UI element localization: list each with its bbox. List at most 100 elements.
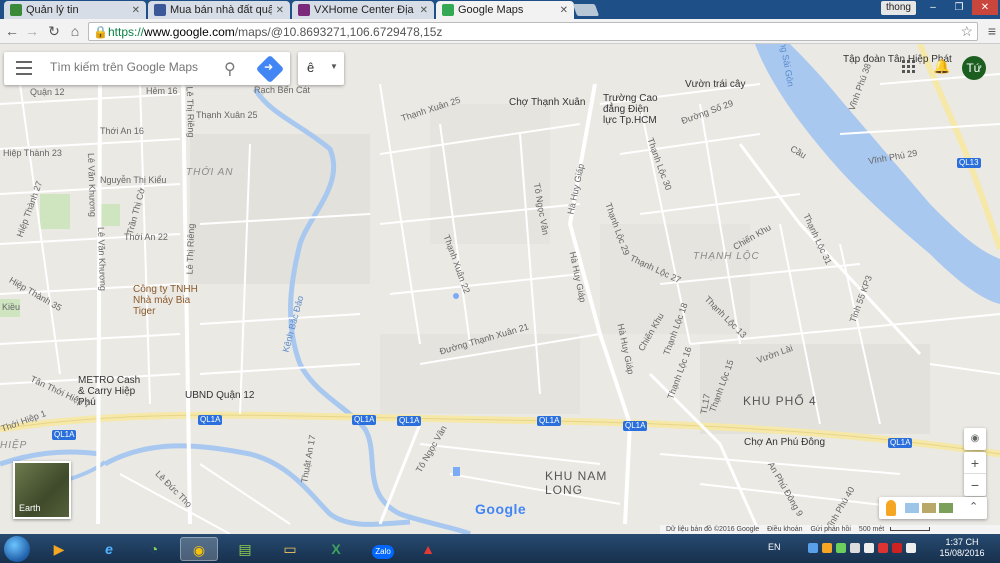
tab-strip: Quản lý tin ✕ Mua bán nhà đất quận 12 ✕ … <box>0 0 1000 19</box>
start-button[interactable] <box>4 536 30 562</box>
close-icon[interactable]: ✕ <box>560 5 568 16</box>
minimize-button[interactable]: – <box>920 0 946 15</box>
place-label[interactable]: Công ty TNHH Nhà máy Bia Tiger <box>133 284 215 317</box>
facebook-favicon-icon <box>154 4 166 16</box>
chrome-icon[interactable]: ◉ <box>180 537 218 561</box>
street-label: Lê Thị Riêng <box>184 86 197 138</box>
media-player-icon[interactable]: ▶ <box>40 537 78 561</box>
tab-label: Google Maps <box>458 4 524 16</box>
home-icon[interactable]: ⌂ <box>67 23 83 39</box>
imagery-thumbnail[interactable] <box>922 503 936 513</box>
notifications-icon[interactable]: 🔔 <box>933 58 950 74</box>
tab-google-maps[interactable]: Google Maps ✕ <box>436 1 574 19</box>
system-tray <box>808 543 916 553</box>
tab-label: Mua bán nhà đất quận 12 <box>170 4 272 16</box>
area-label: KHU PHỐ 4 <box>743 394 817 408</box>
search-icon[interactable]: ⚲ <box>224 59 236 79</box>
tray-app-icon[interactable] <box>878 543 888 553</box>
reload-icon[interactable]: ↻ <box>46 23 62 39</box>
place-label[interactable]: Vườn trái cây <box>685 79 746 90</box>
street-label: Thạnh Xuân 25 <box>196 110 258 120</box>
tray-app-icon[interactable] <box>836 543 846 553</box>
road-shield: QL1A <box>397 416 422 426</box>
directions-icon: ➜ <box>264 61 274 74</box>
avatar[interactable]: Tứ <box>962 56 986 80</box>
map-data-attribution: Dữ liệu bản đồ ©2016 Google <box>666 526 760 533</box>
scale-label[interactable]: 500 mét <box>859 526 884 533</box>
place-label: Rạch Bến Cát <box>254 85 311 95</box>
tray-app-icon[interactable] <box>850 543 860 553</box>
search-input[interactable] <box>50 60 210 74</box>
imagery-strip: ⌃ <box>879 497 987 519</box>
chrome-menu-icon[interactable]: ≡ <box>988 23 996 39</box>
unikey-icon[interactable]: ▲ <box>409 537 447 561</box>
zoom-in-button[interactable]: + <box>964 452 986 474</box>
winrar-icon[interactable]: ▤ <box>226 537 264 561</box>
road-shield: QL1A <box>198 415 223 425</box>
zalo-icon[interactable]: Zalo <box>364 537 402 561</box>
road-shield: QL1A <box>888 438 913 448</box>
directions-button[interactable]: ➜ <box>255 54 285 84</box>
map-canvas[interactable]: Chợ Thạnh Xuân Trường Cao đẳng Điện lực … <box>0 44 1000 534</box>
caret-down-icon[interactable]: ▼ <box>330 62 338 71</box>
close-icon[interactable]: ✕ <box>132 5 140 16</box>
tray-app-icon[interactable] <box>808 543 818 553</box>
close-window-button[interactable]: ✕ <box>972 0 998 15</box>
close-icon[interactable]: ✕ <box>420 5 428 16</box>
imagery-thumbnail[interactable] <box>905 503 919 513</box>
input-tools-button[interactable]: ê ▼ <box>298 52 344 85</box>
back-arrow-icon[interactable]: ← <box>4 23 20 39</box>
excel-icon[interactable]: X <box>317 537 355 561</box>
zoom-out-button[interactable]: − <box>964 474 986 496</box>
area-label: KHU NAM LONG <box>545 469 608 497</box>
internet-explorer-icon[interactable]: e <box>90 537 128 561</box>
url-text[interactable]: https://www.google.com/maps/@10.8693271,… <box>108 25 442 39</box>
area-label: HIỆP <box>0 440 28 451</box>
earth-toggle[interactable]: Earth <box>13 461 71 519</box>
zalo-label: Zalo <box>372 545 394 559</box>
street-label: Thới An 16 <box>100 126 144 136</box>
imagery-thumbnail[interactable] <box>939 503 953 513</box>
feedback-link[interactable]: Gửi phản hồi <box>810 526 851 533</box>
bookmark-star-icon[interactable]: ☆ <box>960 23 973 40</box>
road-shield: QL1A <box>52 430 77 440</box>
tab-quan-ly-tin[interactable]: Quản lý tin ✕ <box>4 1 146 19</box>
earth-label: Earth <box>19 503 41 513</box>
place-label[interactable]: Chợ Thạnh Xuân <box>509 97 585 108</box>
leaf-favicon-icon <box>10 4 22 16</box>
system-clock[interactable]: 1:37 CH 15/08/2016 <box>934 537 990 559</box>
expand-chevron-icon[interactable]: ⌃ <box>969 500 978 513</box>
profile-button[interactable]: thong <box>880 1 916 15</box>
maps-favicon-icon <box>442 4 454 16</box>
tab-mua-ban-nha-dat[interactable]: Mua bán nhà đất quận 12 ✕ <box>148 1 290 19</box>
tab-vxhome[interactable]: VXHome Center Địa Ốc V ✕ <box>292 1 434 19</box>
address-bar[interactable]: 🔒 https://www.google.com/maps/@10.869327… <box>88 22 978 41</box>
apps-grid-icon[interactable] <box>902 60 916 74</box>
tray-app-icon[interactable] <box>822 543 832 553</box>
new-tab-button[interactable] <box>572 4 600 16</box>
search-box: ⚲ ➜ <box>4 52 290 85</box>
place-label[interactable]: Chợ An Phú Đông <box>744 437 825 448</box>
forward-arrow-icon[interactable]: → <box>24 23 40 39</box>
road-shield: QL1A <box>623 421 648 431</box>
volume-icon[interactable] <box>906 543 916 553</box>
menu-icon[interactable] <box>16 61 32 75</box>
street-label: Hẻm 16 <box>146 86 178 96</box>
clock-date: 15/08/2016 <box>939 548 985 558</box>
street-label: Quận 12 <box>30 87 65 97</box>
network-icon[interactable] <box>864 543 874 553</box>
road-shield: QL1A <box>537 416 562 426</box>
tray-app-icon[interactable] <box>892 543 902 553</box>
terms-link[interactable]: Điều khoản <box>767 526 802 533</box>
vxhome-favicon-icon <box>298 4 310 16</box>
my-location-button[interactable]: ◉ <box>964 428 986 450</box>
place-label[interactable]: Trường Cao đẳng Điện lực Tp.HCM <box>603 93 663 126</box>
coccoc-icon[interactable]: ◔ <box>135 537 173 561</box>
place-label[interactable]: UBND Quận 12 <box>185 390 254 401</box>
navigation-bar: ← → ↻ ⌂ 🔒 https://www.google.com/maps/@1… <box>0 19 1000 44</box>
restore-button[interactable]: ❐ <box>946 0 972 15</box>
close-icon[interactable]: ✕ <box>276 5 284 16</box>
language-indicator[interactable]: EN <box>768 542 781 552</box>
folder-icon[interactable]: ▭ <box>271 537 309 561</box>
pegman-icon[interactable] <box>886 500 896 516</box>
